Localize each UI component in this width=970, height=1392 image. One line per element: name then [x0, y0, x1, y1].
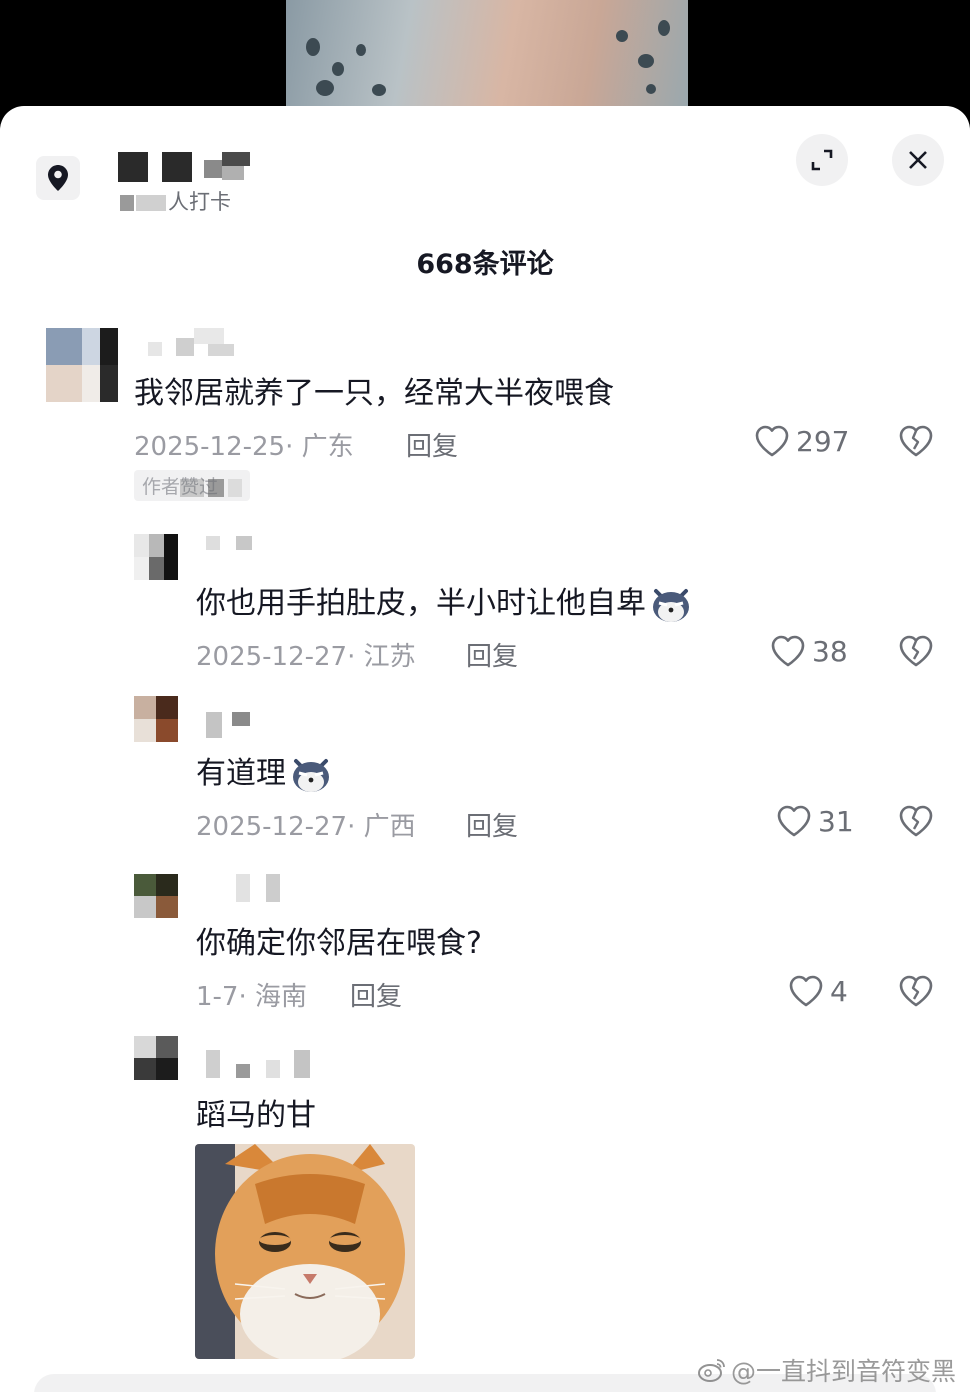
heart-icon: [755, 425, 789, 457]
like-count: 31: [818, 804, 854, 838]
expand-icon: [811, 149, 833, 171]
like-count: 4: [830, 974, 848, 1008]
comment-text: 我邻居就养了一只，经常大半夜喂食: [134, 376, 614, 411]
cat-sticker-image[interactable]: [195, 1144, 415, 1359]
like-count: 297: [796, 424, 850, 458]
username-mosaic[interactable]: [206, 1050, 316, 1080]
author-liked-tag: 作者赞过: [134, 470, 251, 501]
comment-text: 有道理: [196, 748, 332, 795]
close-button[interactable]: [892, 134, 944, 186]
video-background: [0, 0, 970, 108]
location-subtitle: 人打卡: [120, 186, 231, 216]
weibo-logo-icon: [697, 1359, 725, 1382]
avatar[interactable]: [134, 1036, 178, 1080]
comment-text: 你也用手拍肚皮，半小时让他自卑: [196, 578, 692, 625]
reply-button[interactable]: 回复: [466, 806, 518, 843]
wolf-emoji-icon: [293, 758, 329, 792]
avatar[interactable]: [134, 874, 178, 918]
dislike-button[interactable]: [898, 804, 934, 842]
reply-button[interactable]: 回复: [466, 636, 518, 673]
watermark: @一直抖到音符变黑: [697, 1352, 956, 1388]
username-mosaic[interactable]: [236, 874, 286, 902]
broken-heart-icon: [899, 975, 933, 1007]
username-mosaic[interactable]: [206, 536, 256, 552]
broken-heart-icon: [899, 425, 933, 457]
comments-sheet: 人打卡 668条评论 我邻居就养了一只，经常大半夜喂食 2025-12-25· …: [0, 106, 970, 1392]
dislike-button[interactable]: [898, 424, 934, 462]
location-name-mosaic[interactable]: [118, 152, 258, 184]
comment-text: 蹈马的甘: [196, 1098, 316, 1133]
comment-meta: 1-7· 海南: [196, 982, 308, 1012]
comment-meta: 2025-12-25· 广东: [134, 432, 354, 462]
avatar[interactable]: [134, 534, 178, 580]
close-icon: [909, 151, 927, 169]
avatar[interactable]: [46, 328, 118, 402]
broken-heart-icon: [899, 805, 933, 837]
comment-meta: 2025-12-27· 江苏: [196, 642, 416, 672]
comment-text: 你确定你邻居在喂食?: [196, 926, 482, 961]
dislike-button[interactable]: [898, 634, 934, 672]
comment-count-title: 668条评论: [416, 249, 554, 280]
like-count: 38: [812, 634, 848, 668]
location-pin-icon[interactable]: [36, 156, 80, 200]
like-button[interactable]: 297: [754, 424, 849, 458]
dislike-button[interactable]: [898, 974, 934, 1012]
like-button[interactable]: 4: [788, 974, 848, 1008]
expand-button[interactable]: [796, 134, 848, 186]
username-mosaic[interactable]: [206, 712, 256, 738]
heart-icon: [771, 635, 805, 667]
broken-heart-icon: [899, 635, 933, 667]
reply-button[interactable]: 回复: [406, 426, 458, 463]
heart-icon: [777, 805, 811, 837]
reply-button[interactable]: 回复: [350, 976, 402, 1013]
wolf-emoji-icon: [653, 588, 689, 622]
username-mosaic[interactable]: [148, 328, 238, 358]
avatar[interactable]: [134, 696, 178, 742]
comment-meta: 2025-12-27· 广西: [196, 812, 416, 842]
heart-icon: [789, 975, 823, 1007]
video-thumbnail[interactable]: [286, 0, 688, 108]
like-button[interactable]: 31: [776, 804, 854, 838]
like-button[interactable]: 38: [770, 634, 848, 668]
